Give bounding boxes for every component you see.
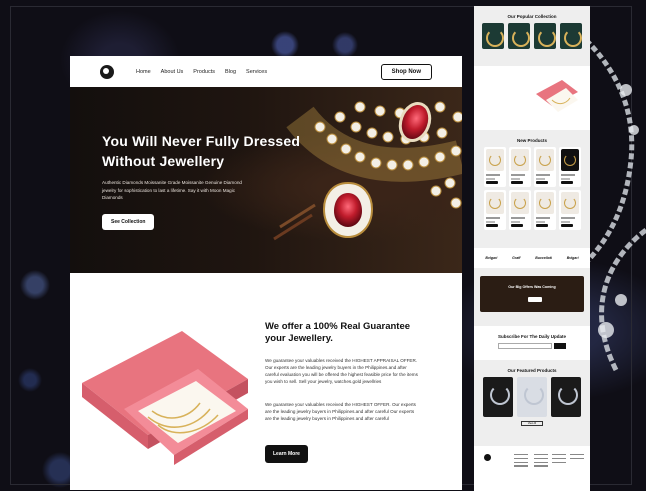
collection-card[interactable] [508,23,530,49]
mini-guarantee-section [474,66,590,130]
website-mockup-fullpage: Our Popular Collection New Products Bvlg… [474,6,590,491]
product-card[interactable] [533,147,556,187]
view-all-button[interactable]: View All [521,421,543,426]
hero-title: You Will Never Fully Dressed Without Jew… [102,133,301,169]
nav-services[interactable]: Services [246,69,267,75]
footer [474,446,590,490]
big-offer-title: Our Big Offers Was Coming [508,285,556,289]
product-card[interactable] [558,147,581,187]
big-offer-section: Our Big Offers Was Coming [474,268,590,326]
guarantee-title: We offer a 100% Real Guarantee your Jewe… [265,321,411,344]
hero-banner: You Will Never Fully Dressed Without Jew… [70,87,462,273]
nav-blog[interactable]: Blog [225,69,236,75]
brand-logo-4: Bvlgari [566,256,579,260]
footer-column [552,454,566,465]
collection-card[interactable] [534,23,556,49]
featured-card[interactable] [551,377,581,417]
new-products-title: New Products [516,138,547,143]
product-card[interactable] [483,147,506,187]
product-card[interactable] [533,190,556,230]
jewelry-gift-box-image [82,331,248,465]
brand-logo-2: Graff [512,256,521,260]
new-products-section: New Products [474,130,590,248]
product-card[interactable] [558,190,581,230]
footer-social-column [570,454,584,462]
big-offer-banner: Our Big Offers Was Coming [480,276,584,312]
subscribe-title: Subscribe For The Daily Update [497,334,566,339]
product-card[interactable] [508,190,531,230]
guarantee-section: We offer a 100% Real Guarantee your Jewe… [70,273,462,490]
popular-collection-section: Our Popular Collection [474,6,590,66]
brand-logo[interactable] [100,64,114,79]
ruby-necklace-image [273,101,462,241]
mini-gift-box-image [536,80,578,112]
collection-card[interactable] [482,23,504,49]
subscribe-email-input[interactable] [498,343,552,349]
nav-home[interactable]: Home [136,69,151,75]
popular-collection-title: Our Popular Collection [507,14,557,19]
collection-card[interactable] [560,23,582,49]
guarantee-paragraph-1: We guarantee your valuables received the… [265,358,418,384]
subscribe-section: Subscribe For The Daily Update [474,326,590,360]
brand-logo-3: Buccellati [535,256,552,260]
featured-products-section: Our Featured Products View All [474,360,590,446]
learn-more-button[interactable]: Learn More [265,445,308,463]
footer-logo [484,454,491,461]
guarantee-paragraph-2: We guarantee your valuables received the… [265,402,416,421]
nav-links: Home About Us Products Blog Services [136,69,267,75]
hero-subtitle: Authentic Diamonds Moissanite Grade Mois… [102,180,242,200]
website-mockup-desktop: Home About Us Products Blog Services Sho… [70,56,462,490]
nav-about[interactable]: About Us [161,69,184,75]
subscribe-button[interactable] [554,343,566,349]
big-offer-button[interactable] [528,297,542,302]
shop-now-button[interactable]: Shop Now [380,63,432,80]
nav-products[interactable]: Products [193,69,215,75]
featured-card[interactable] [517,377,547,417]
footer-column [534,454,548,469]
see-collection-button[interactable]: See Collection [102,214,155,230]
footer-column [514,454,528,469]
brand-logos-row: Bvlgari Graff Buccellati Bvlgari [474,248,590,268]
navbar: Home About Us Products Blog Services Sho… [70,56,462,87]
brand-logo-1: Bvlgari [485,256,498,260]
product-card[interactable] [483,190,506,230]
featured-card[interactable] [483,377,513,417]
featured-products-title: Our Featured Products [507,368,557,373]
product-card[interactable] [508,147,531,187]
